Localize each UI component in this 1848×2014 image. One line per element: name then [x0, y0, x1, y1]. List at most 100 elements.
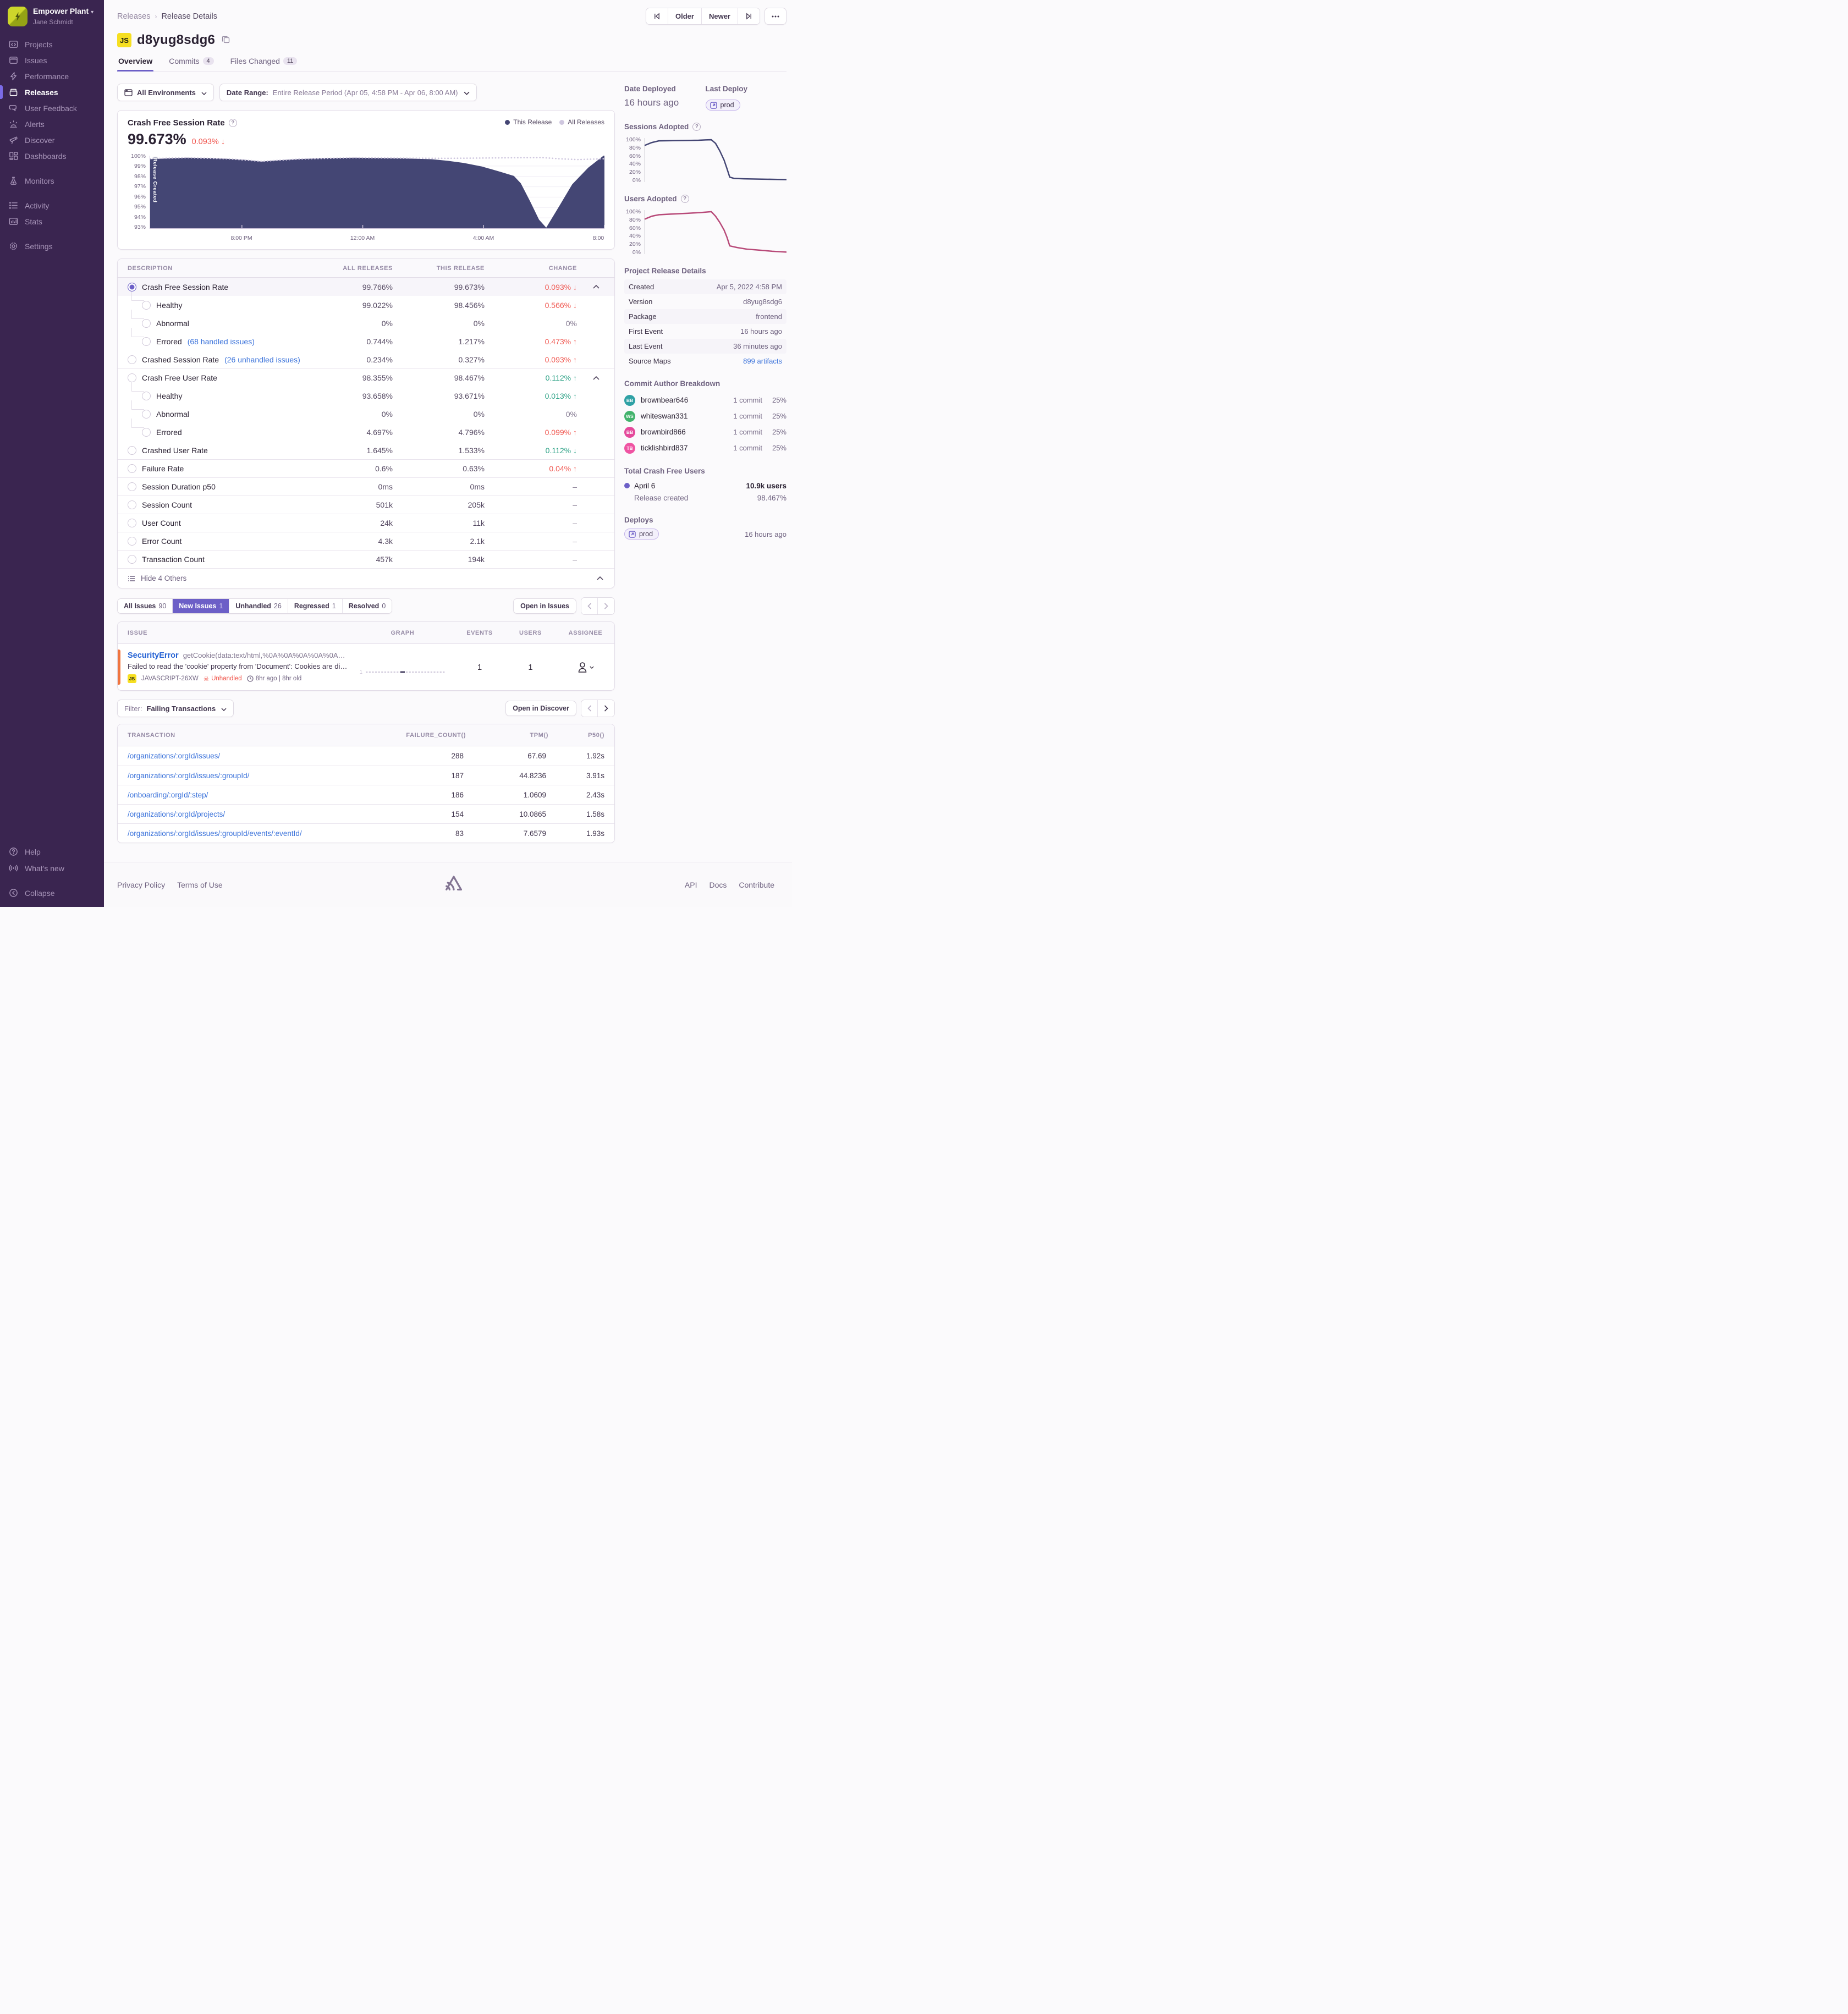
hide-others-toggle[interactable]: Hide 4 Others: [118, 568, 614, 588]
transaction-link[interactable]: /onboarding/:orgId/:step/: [118, 791, 372, 799]
footer-link-terms-of-use[interactable]: Terms of Use: [177, 881, 222, 889]
metric-row-healthy[interactable]: Healthy 99.022% 98.456% 0.566% ↓: [118, 291, 614, 314]
prev-page-button[interactable]: [581, 700, 598, 717]
help-icon[interactable]: ?: [692, 123, 701, 131]
issue-row[interactable]: SecurityError getCookie(data:text/html,%…: [118, 644, 614, 690]
sidebar-item-projects[interactable]: Projects: [0, 36, 104, 52]
issues-tab-new-issues[interactable]: New Issues 1: [173, 599, 230, 613]
transaction-link[interactable]: /organizations/:orgId/issues/: [118, 752, 372, 760]
metric-row-errored[interactable]: Errored 4.697% 4.796% 0.099% ↑: [118, 418, 614, 441]
metric-row-crash-free-session-rate[interactable]: Crash Free Session Rate 99.766% 99.673% …: [118, 278, 614, 296]
chevron-up-icon[interactable]: [593, 285, 600, 289]
breadcrumb-releases[interactable]: Releases: [117, 12, 150, 21]
footer-link-docs[interactable]: Docs: [710, 881, 727, 889]
metric-row-error-count[interactable]: Error Count 4.3k 2.1k –: [118, 532, 614, 550]
copy-icon[interactable]: [222, 35, 230, 45]
sidebar-item-issues[interactable]: Issues: [0, 52, 104, 68]
issue-title-link[interactable]: SecurityError: [128, 651, 179, 660]
legend-all-releases[interactable]: All Releases: [559, 118, 604, 126]
metric-radio[interactable]: [142, 318, 151, 328]
transaction-filter-selector[interactable]: Filter: Failing Transactions: [117, 700, 234, 717]
metric-radio[interactable]: [128, 555, 136, 564]
metric-radio[interactable]: [128, 500, 136, 509]
issues-tab-all-issues[interactable]: All Issues 90: [118, 599, 173, 613]
metric-row-abnormal[interactable]: Abnormal 0% 0% 0%: [118, 309, 614, 332]
issues-tab-unhandled[interactable]: Unhandled 26: [229, 599, 288, 613]
footer-link-contribute[interactable]: Contribute: [739, 881, 774, 889]
newest-button[interactable]: [738, 8, 760, 24]
metric-radio[interactable]: [142, 427, 151, 437]
metric-row-failure-rate[interactable]: Failure Rate 0.6% 0.63% 0.04% ↑: [118, 459, 614, 477]
issues-tab-resolved[interactable]: Resolved 0: [342, 599, 392, 613]
oldest-button[interactable]: [646, 8, 668, 24]
tab-files-changed[interactable]: Files Changed 11: [229, 57, 299, 71]
prod-deploy-badge[interactable]: prod: [624, 529, 659, 540]
sidebar-item-collapse[interactable]: Collapse: [0, 885, 104, 901]
metric-radio[interactable]: [128, 482, 136, 491]
older-button[interactable]: Older: [668, 8, 702, 24]
tab-overview[interactable]: Overview: [117, 57, 154, 71]
open-in-issues-button[interactable]: Open in Issues: [513, 598, 576, 614]
metric-radio[interactable]: [142, 409, 151, 419]
metric-radio[interactable]: [128, 464, 136, 473]
metric-row-user-count[interactable]: User Count 24k 11k –: [118, 514, 614, 532]
metric-row-crashed-user-rate[interactable]: Crashed User Rate 1.645% 1.533% 0.112% ↓: [118, 441, 614, 459]
sidebar-item-what-s-new[interactable]: What's new: [0, 860, 104, 876]
metric-radio[interactable]: [128, 537, 136, 546]
metric-row-crash-free-user-rate[interactable]: Crash Free User Rate 98.355% 98.467% 0.1…: [118, 368, 614, 387]
sidebar-item-activity[interactable]: Activity: [0, 197, 104, 213]
issues-tab-regressed[interactable]: Regressed 1: [288, 599, 343, 613]
tab-commits[interactable]: Commits 4: [168, 57, 215, 71]
metric-radio[interactable]: [142, 300, 151, 310]
metric-radio[interactable]: [128, 445, 136, 455]
metric-row-session-count[interactable]: Session Count 501k 205k –: [118, 496, 614, 514]
sidebar-item-discover[interactable]: Discover: [0, 132, 104, 148]
newer-button[interactable]: Newer: [701, 8, 738, 24]
sidebar-item-stats[interactable]: Stats: [0, 213, 104, 229]
metric-radio[interactable]: [128, 355, 136, 364]
metric-row-transaction-count[interactable]: Transaction Count 457k 194k –: [118, 550, 614, 568]
prev-page-button[interactable]: [581, 598, 598, 614]
help-icon[interactable]: ?: [228, 119, 237, 127]
metric-row-crashed-session-rate[interactable]: Crashed Session Rate (26 unhandled issues…: [118, 350, 614, 368]
sidebar-item-help[interactable]: Help: [0, 844, 104, 860]
sidebar-item-monitors[interactable]: Monitors: [0, 173, 104, 189]
legend-this-release[interactable]: This Release: [505, 118, 552, 126]
sidebar-item-settings[interactable]: Settings: [0, 238, 104, 254]
transaction-link[interactable]: /organizations/:orgId/projects/: [118, 810, 372, 818]
prod-deploy-badge[interactable]: prod: [705, 100, 740, 111]
org-switcher[interactable]: Empower Plant ▾ Jane Schmidt: [0, 0, 104, 32]
metric-row-abnormal[interactable]: Abnormal 0% 0% 0%: [118, 400, 614, 423]
metric-radio[interactable]: [128, 373, 136, 382]
environment-selector[interactable]: All Environments: [117, 84, 214, 101]
source-maps-link[interactable]: 899 artifacts: [743, 357, 782, 365]
next-page-button[interactable]: [598, 700, 614, 717]
session-rate-chart[interactable]: Release Created: [150, 156, 604, 229]
sidebar-item-dashboards[interactable]: Dashboards: [0, 148, 104, 164]
assignee-selector[interactable]: [557, 661, 614, 673]
metric-radio[interactable]: [142, 391, 151, 400]
footer-link-api[interactable]: API: [685, 881, 697, 889]
chevron-up-icon[interactable]: [593, 376, 600, 380]
sidebar-item-releases[interactable]: Releases: [0, 84, 104, 100]
transaction-link[interactable]: /organizations/:orgId/issues/:groupId/ev…: [118, 829, 372, 838]
col-change: CHANGE: [548, 265, 577, 272]
metric-radio[interactable]: [142, 337, 151, 346]
issues-link[interactable]: (26 unhandled issues): [224, 355, 300, 364]
metric-radio[interactable]: [128, 282, 136, 291]
metric-row-healthy[interactable]: Healthy 93.658% 93.671% 0.013% ↑: [118, 382, 614, 405]
footer-link-privacy-policy[interactable]: Privacy Policy: [117, 881, 165, 889]
help-icon[interactable]: ?: [680, 195, 689, 203]
sidebar-item-user-feedback[interactable]: User Feedback: [0, 100, 104, 116]
metric-radio[interactable]: [128, 519, 136, 527]
transaction-link[interactable]: /organizations/:orgId/issues/:groupId/: [118, 772, 372, 780]
issues-link[interactable]: (68 handled issues): [188, 337, 255, 346]
next-page-button[interactable]: [598, 598, 614, 614]
open-in-discover-button[interactable]: Open in Discover: [505, 701, 576, 716]
metric-row-errored[interactable]: Errored (68 handled issues) 0.744% 1.217%…: [118, 327, 614, 350]
sidebar-item-performance[interactable]: Performance: [0, 68, 104, 84]
date-range-selector[interactable]: Date Range: Entire Release Period (Apr 0…: [219, 84, 477, 101]
overflow-menu-button[interactable]: [765, 8, 787, 25]
sidebar-item-alerts[interactable]: Alerts: [0, 116, 104, 132]
metric-row-session-duration-p50[interactable]: Session Duration p50 0ms 0ms –: [118, 477, 614, 496]
